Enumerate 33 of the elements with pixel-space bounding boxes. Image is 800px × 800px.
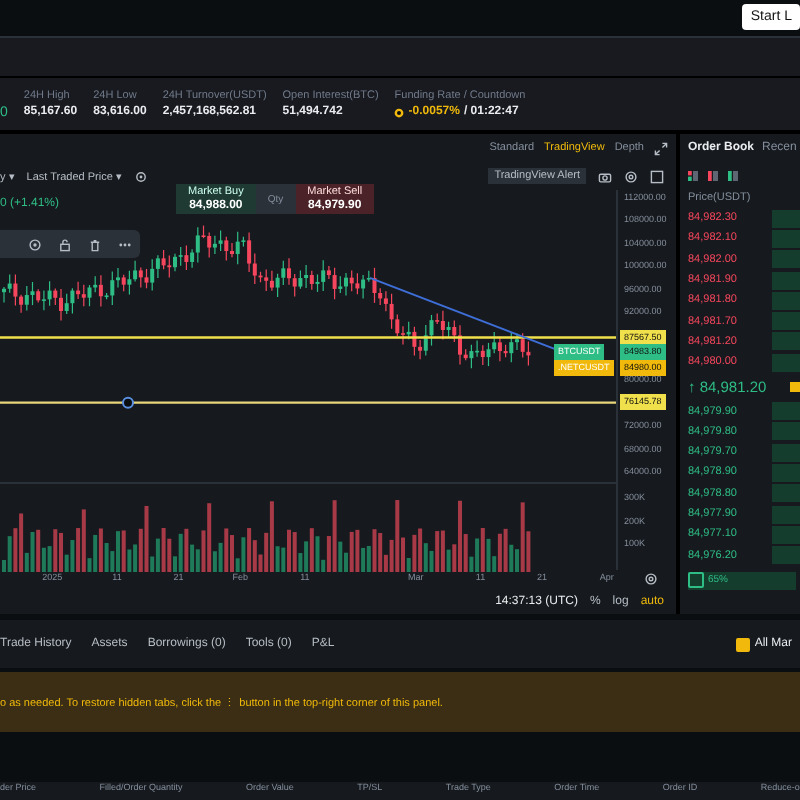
depth-bar <box>772 271 800 290</box>
settings-icon[interactable] <box>624 169 638 183</box>
trash-icon[interactable] <box>88 237 102 251</box>
depth-bar <box>772 505 800 523</box>
depth-bar <box>772 546 800 565</box>
depth-bar <box>772 422 800 441</box>
layout-icon[interactable] <box>688 170 698 182</box>
layout-icon[interactable] <box>708 170 718 182</box>
depth-bar <box>772 443 800 462</box>
settings-icon[interactable] <box>28 237 42 251</box>
indicator-icon[interactable] <box>133 169 148 183</box>
depth-bar <box>772 332 800 351</box>
depth-bar <box>772 209 800 228</box>
depth-bar <box>772 463 800 482</box>
camera-icon[interactable] <box>598 169 612 183</box>
checkbox[interactable] <box>736 637 751 651</box>
depth-bar <box>772 525 800 544</box>
depth-bar <box>772 402 800 421</box>
flag-icon <box>790 381 800 392</box>
buy-badge-icon <box>688 572 704 589</box>
lock-icon[interactable] <box>58 237 72 251</box>
depth-bar <box>772 353 800 372</box>
expand-icon[interactable] <box>654 141 668 155</box>
layout-icon[interactable] <box>728 170 738 182</box>
depth-bar <box>772 312 800 331</box>
depth-bar <box>772 484 800 503</box>
depth-bar <box>772 229 800 248</box>
line-handle[interactable] <box>122 396 134 409</box>
depth-bar <box>772 250 800 269</box>
settings-icon[interactable] <box>644 572 658 586</box>
depth-bar <box>772 291 800 310</box>
coin-icon <box>394 107 405 117</box>
fullscreen-icon[interactable] <box>650 169 664 183</box>
